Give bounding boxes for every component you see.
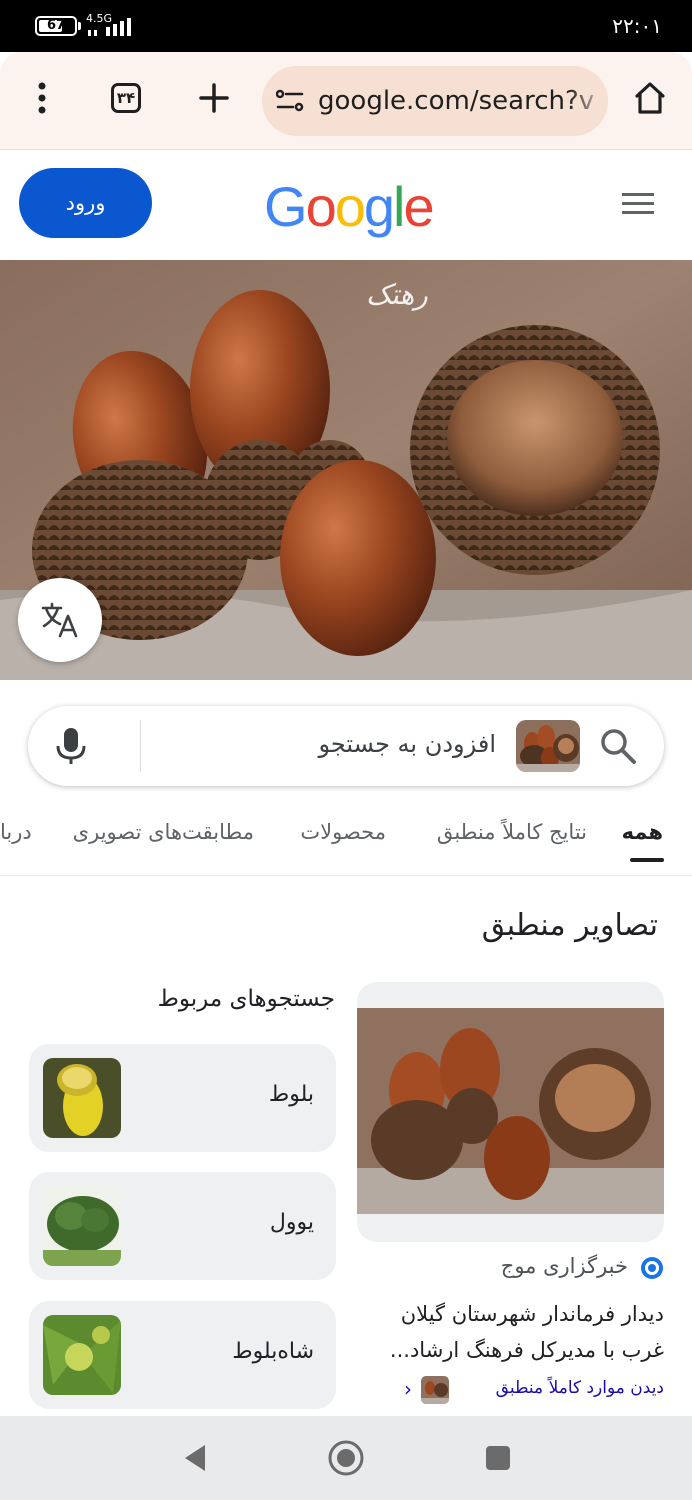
related-thumbnail (43, 1186, 121, 1266)
signal-icon (88, 18, 131, 36)
exact-matches-label: دیدن موارد کاملاً منطبق (495, 1378, 664, 1398)
mic-icon[interactable] (54, 726, 88, 766)
related-thumbnail (43, 1315, 121, 1395)
back-icon[interactable] (174, 1438, 214, 1478)
related-label: یوول (269, 1210, 314, 1235)
google-header: ورود Google (0, 150, 692, 260)
section-title: تصاویر منطبق (481, 908, 658, 943)
tab-count: ۳۴ (111, 83, 141, 113)
system-nav-bar (0, 1416, 692, 1500)
tab-about[interactable]: دربا (0, 820, 32, 844)
browser-toolbar: ۳۴ google.com/search?v (0, 52, 692, 150)
logo-letter: o (334, 175, 366, 238)
url-fade (568, 66, 608, 136)
related-label: بلوط (268, 1082, 314, 1107)
logo-letter: G (264, 175, 308, 238)
more-vert-icon[interactable] (18, 74, 66, 122)
logo-letter: o (305, 175, 337, 238)
search-image-thumbnail[interactable] (516, 720, 580, 772)
new-tab-icon[interactable] (190, 74, 238, 122)
search-input[interactable]: افزودن به جستجو (319, 730, 496, 758)
translate-button[interactable] (18, 578, 102, 662)
battery-tip (78, 22, 81, 30)
chevron-left-icon: ‹ (404, 1377, 412, 1401)
logo-letter: e (403, 175, 434, 238)
tabs-button[interactable]: ۳۴ (102, 74, 150, 122)
tab-products[interactable]: محصولات (300, 820, 386, 844)
tab-exact-matches[interactable]: نتایج کاملاً منطبق (437, 820, 587, 844)
tab-all[interactable]: همه (622, 820, 663, 844)
status-bar: 67 4.5G ۲۲:۰۱ (0, 0, 692, 52)
matching-image-card[interactable] (357, 982, 664, 1242)
related-searches-title: جستجوهای مربوط (157, 986, 335, 1012)
battery-level: 67 (46, 18, 66, 33)
home-icon[interactable] (626, 74, 674, 122)
address-bar[interactable]: google.com/search?v (262, 66, 608, 136)
search-box[interactable]: افزودن به جستجو (28, 706, 664, 786)
search-tabs: همه نتایج کاملاً منطبق محصولات مطابقت‌ها… (0, 806, 692, 876)
signin-button[interactable]: ورود (19, 168, 152, 238)
search-icon[interactable] (598, 726, 638, 766)
translate-icon (41, 602, 78, 638)
related-search-item[interactable]: بلوط (29, 1044, 336, 1152)
site-settings-icon[interactable] (276, 88, 304, 114)
logo-letter: g (363, 175, 395, 238)
menu-icon[interactable] (620, 190, 660, 220)
home-nav-icon[interactable] (326, 1438, 366, 1478)
related-label: شاه‌بلوط (232, 1339, 314, 1364)
search-image[interactable]: رهتک (0, 260, 692, 680)
tab-active-indicator (630, 858, 664, 862)
source-favicon-icon (641, 1257, 663, 1279)
battery-icon: 67 (35, 16, 77, 36)
related-search-item[interactable]: یوول (29, 1172, 336, 1280)
divider (140, 720, 141, 772)
logo-letter: l (393, 175, 406, 238)
clock: ۲۲:۰۱ (612, 14, 662, 38)
recents-icon[interactable] (478, 1438, 518, 1478)
tab-visual-matches[interactable]: مطابقت‌های تصویری (73, 820, 254, 844)
url-text: google.com/search?v (318, 86, 595, 116)
google-logo[interactable]: Google (264, 174, 435, 239)
exact-thumbnail (421, 1376, 449, 1404)
matching-image (357, 1008, 664, 1214)
image-watermark: رهتک (366, 278, 428, 311)
related-search-item[interactable]: شاه‌بلوط (29, 1301, 336, 1409)
source-name: خبرگزاری موج (500, 1254, 628, 1278)
related-thumbnail (43, 1058, 121, 1138)
match-description[interactable]: دیدار فرماندار شهرستان گیلان غرب با مدیر… (364, 1296, 664, 1368)
